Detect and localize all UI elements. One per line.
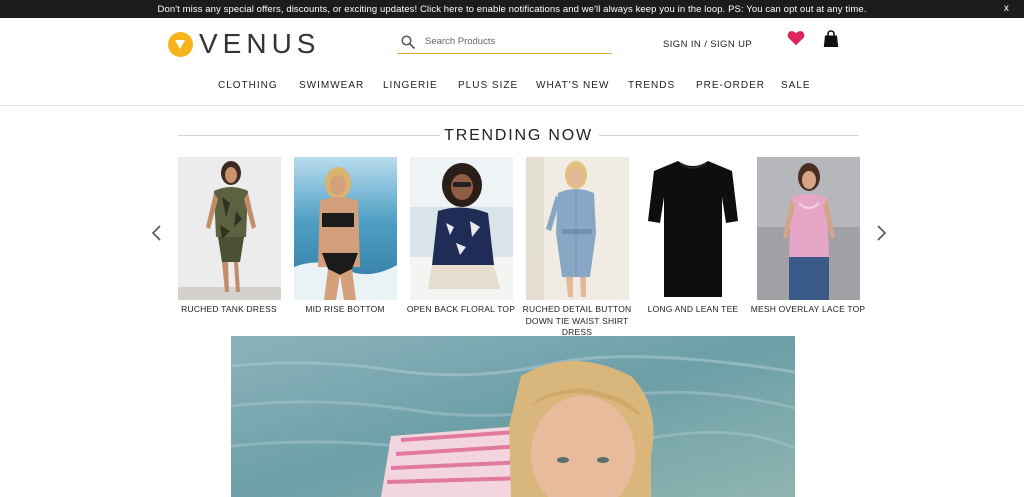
search-icon[interactable]	[397, 32, 419, 52]
shopping-bag-icon[interactable]	[823, 30, 839, 48]
nav-item-sale[interactable]: SALE	[781, 80, 811, 91]
nav-item-lingerie[interactable]: LINGERIE	[383, 80, 438, 91]
search-input[interactable]	[425, 36, 605, 47]
main-nav: CLOTHING SWIMWEAR LINGERIE PLUS SIZE WHA…	[0, 80, 1024, 96]
section-title: TRENDING NOW	[444, 127, 593, 144]
product-name[interactable]: OPEN BACK FLORAL TOP	[402, 304, 520, 316]
product-image[interactable]	[294, 157, 397, 300]
product-name[interactable]: RUCHED TANK DRESS	[170, 304, 288, 316]
product-card[interactable]: RUCHED TANK DRESS	[178, 157, 281, 316]
site-header: VENUS SIGN IN / SIGN UP CLOTHING SWIMWEA…	[0, 18, 1024, 106]
product-image[interactable]	[178, 157, 281, 300]
trending-heading: TRENDING NOW	[178, 125, 859, 147]
logo-mark-icon	[168, 31, 193, 57]
sign-in-link[interactable]: SIGN IN / SIGN UP	[663, 39, 752, 50]
notification-text[interactable]: Don't miss any special offers, discounts…	[158, 4, 867, 15]
logo[interactable]: VENUS	[168, 30, 320, 58]
product-name[interactable]: MID RISE BOTTOM	[286, 304, 404, 316]
nav-item-swimwear[interactable]: SWIMWEAR	[299, 80, 364, 91]
product-name[interactable]: MESH OVERLAY LACE TOP	[749, 304, 867, 316]
nav-item-trends[interactable]: TRENDS	[628, 80, 675, 91]
nav-item-plus-size[interactable]: PLUS SIZE	[458, 80, 518, 91]
product-card[interactable]: RUCHED DETAIL BUTTON DOWN TIE WAIST SHIR…	[523, 157, 631, 339]
product-card[interactable]: OPEN BACK FLORAL TOP	[407, 157, 515, 316]
product-image[interactable]	[410, 157, 513, 300]
product-card[interactable]: LONG AND LEAN TEE	[642, 157, 745, 316]
product-image[interactable]	[526, 157, 629, 300]
product-image[interactable]	[757, 157, 860, 300]
product-name[interactable]: LONG AND LEAN TEE	[634, 304, 752, 316]
search-bar[interactable]	[397, 30, 612, 54]
close-icon[interactable]: x	[1004, 3, 1009, 14]
nav-item-pre-order[interactable]: PRE-ORDER	[696, 80, 765, 91]
product-name[interactable]: RUCHED DETAIL BUTTON DOWN TIE WAIST SHIR…	[518, 304, 636, 339]
product-card[interactable]: MID RISE BOTTOM	[294, 157, 397, 316]
product-image[interactable]	[642, 157, 745, 300]
product-card[interactable]: MESH OVERLAY LACE TOP	[751, 157, 865, 316]
logo-text: VENUS	[199, 28, 321, 59]
chevron-left-icon[interactable]	[150, 224, 164, 242]
nav-item-clothing[interactable]: CLOTHING	[218, 80, 278, 91]
notification-bar[interactable]: Don't miss any special offers, discounts…	[0, 0, 1024, 18]
nav-item-whats-new[interactable]: WHAT'S NEW	[536, 80, 609, 91]
hero-image[interactable]	[231, 336, 795, 497]
heart-icon[interactable]	[787, 30, 805, 48]
chevron-right-icon[interactable]	[874, 224, 888, 242]
